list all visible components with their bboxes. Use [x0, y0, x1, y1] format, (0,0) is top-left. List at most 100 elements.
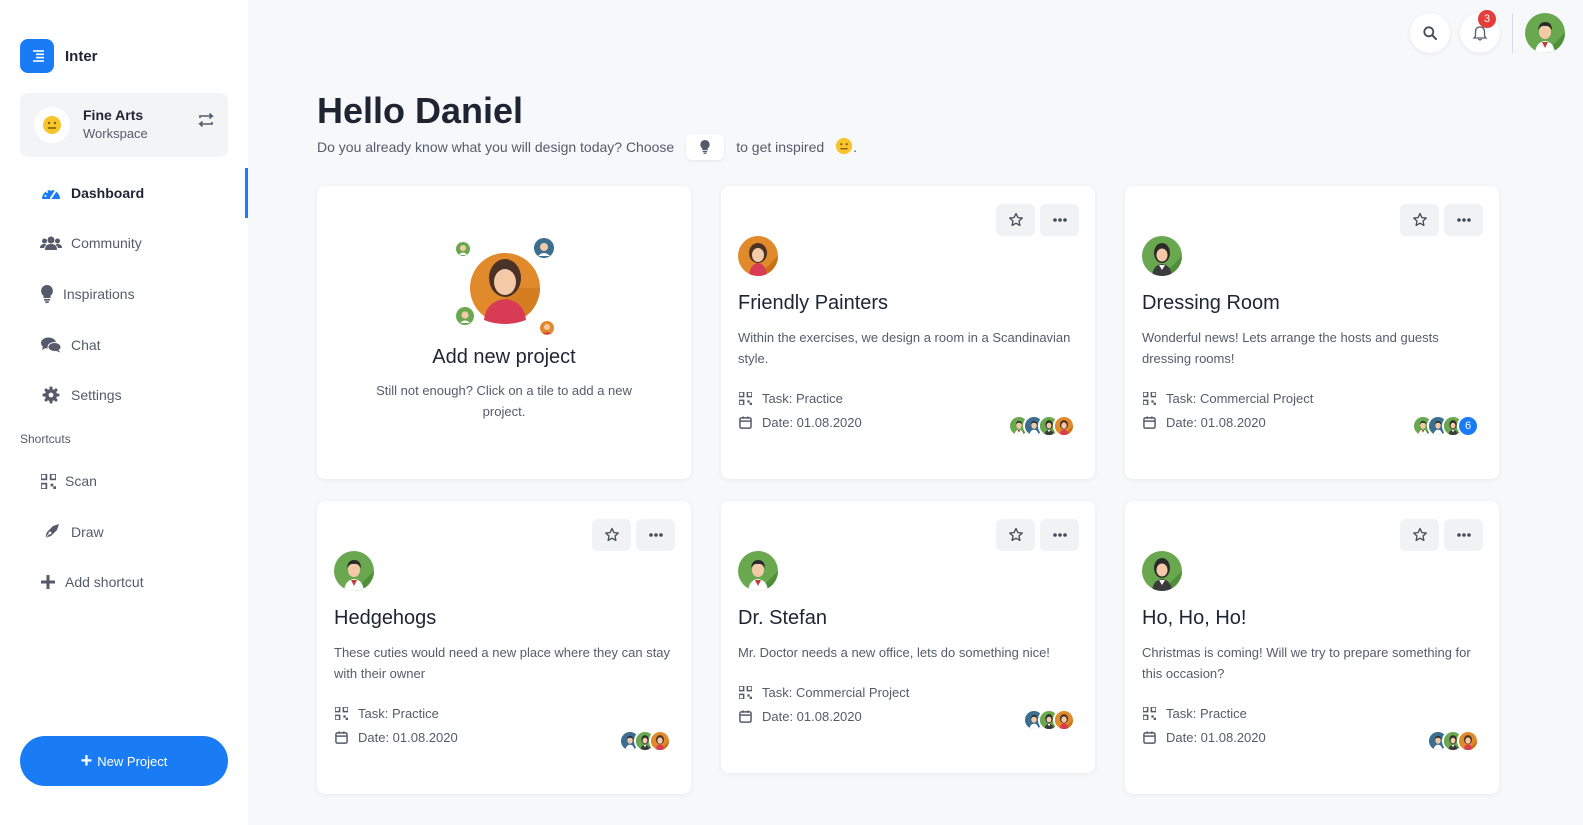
project-avatar	[738, 551, 778, 591]
project-task: Task: Commercial Project	[1142, 391, 1313, 406]
project-description: Christmas is coming! Will we try to prep…	[1142, 645, 1471, 681]
greeting-subtitle: Do you already know what you will design…	[317, 134, 857, 160]
more-options-button[interactable]	[1040, 519, 1079, 551]
nav-item-settings[interactable]: Settings	[40, 383, 122, 407]
subtitle-text-after: to get inspired	[736, 139, 825, 155]
team-avatars[interactable]	[1023, 709, 1075, 731]
menu-logo-icon[interactable]	[20, 39, 54, 73]
smiley-face-icon	[34, 107, 70, 143]
project-card[interactable]: Ho, Ho, Ho! Christmas is coming! Will we…	[1125, 501, 1499, 794]
project-avatar	[1142, 236, 1182, 276]
add-project-description: Still not enough? Click on a tile to add…	[376, 383, 632, 419]
more-options-button[interactable]	[1444, 519, 1483, 551]
card-actions	[1395, 519, 1483, 551]
task-label: Task: Practice	[358, 706, 439, 721]
subtitle-end: .	[853, 139, 858, 155]
brand[interactable]: Inter	[20, 39, 98, 73]
gear-icon	[40, 385, 62, 405]
shortcut-scan[interactable]: Scan	[40, 469, 97, 493]
active-nav-indicator	[245, 168, 248, 218]
team-avatars[interactable]: 6	[1412, 415, 1479, 437]
nav-item-chat[interactable]: Chat	[40, 333, 101, 357]
project-title: Ho, Ho, Ho!	[1142, 607, 1247, 629]
date-label: Date: 01.08.2020	[1166, 730, 1266, 745]
shortcut-label: Draw	[71, 524, 104, 540]
favorite-button[interactable]	[592, 519, 631, 551]
swap-arrows-icon[interactable]	[196, 110, 216, 130]
project-date: Date: 01.08.2020	[738, 415, 862, 430]
header-divider	[1512, 13, 1513, 53]
search-button[interactable]	[1410, 13, 1450, 53]
card-actions	[587, 519, 675, 551]
add-project-card[interactable]: Add new project Still not enough? Click …	[317, 186, 691, 479]
project-avatar	[1142, 551, 1182, 591]
qr-code-icon	[738, 392, 752, 406]
calendar-icon	[738, 710, 752, 724]
favorite-button[interactable]	[996, 519, 1035, 551]
nav-item-inspirations[interactable]: Inspirations	[40, 282, 135, 306]
workspace-switcher[interactable]: Fine Arts Workspace	[20, 93, 228, 157]
nav-item-community[interactable]: Community	[40, 231, 142, 255]
favorite-button[interactable]	[1400, 204, 1439, 236]
team-avatars[interactable]	[619, 730, 671, 752]
team-avatars[interactable]	[1008, 415, 1075, 437]
project-card[interactable]: Dressing Room Wonderful news! Lets arran…	[1125, 186, 1499, 479]
shortcut-label: Add shortcut	[65, 574, 144, 590]
page-title: Hello Daniel	[317, 90, 524, 131]
more-dots-icon	[1052, 212, 1068, 228]
qr-code-icon	[738, 686, 752, 700]
nav-label: Community	[71, 235, 142, 251]
task-label: Task: Commercial Project	[762, 685, 910, 700]
project-description: Within the exercises, we design a room i…	[738, 330, 1071, 366]
app-name: Inter	[65, 47, 98, 65]
more-options-button[interactable]	[636, 519, 675, 551]
nav-label: Inspirations	[63, 286, 135, 302]
project-card[interactable]: Hedgehogs These cuties would need a new …	[317, 501, 691, 794]
project-avatar	[738, 236, 778, 276]
chat-bubbles-icon	[40, 335, 62, 355]
project-title: Dressing Room	[1142, 292, 1280, 314]
nav-label: Chat	[71, 337, 101, 353]
favorite-button[interactable]	[996, 204, 1035, 236]
dashboard-gauge-icon	[40, 183, 62, 203]
favorite-button[interactable]	[1400, 519, 1439, 551]
shortcut-add[interactable]: Add shortcut	[40, 570, 144, 594]
shortcut-draw[interactable]: Draw	[40, 520, 104, 544]
project-date: Date: 01.08.2020	[738, 709, 862, 724]
subtitle-text-before: Do you already know what you will design…	[317, 139, 675, 155]
nav-item-dashboard[interactable]: Dashboard	[40, 181, 144, 205]
shortcuts-heading: Shortcuts	[20, 432, 71, 446]
workspace-subtitle: Workspace	[83, 126, 148, 141]
project-description: Wonderful news! Lets arrange the hosts a…	[1142, 330, 1439, 366]
neutral-face-icon	[835, 137, 853, 158]
new-project-label: New Project	[97, 753, 168, 769]
star-icon	[1008, 527, 1024, 543]
more-options-button[interactable]	[1444, 204, 1483, 236]
user-avatar[interactable]	[1525, 13, 1565, 53]
team-illustration	[456, 238, 554, 335]
notification-count-badge: 3	[1478, 10, 1496, 28]
calendar-icon	[738, 416, 752, 430]
star-icon	[1412, 212, 1428, 228]
shortcut-label: Scan	[65, 473, 97, 489]
more-options-button[interactable]	[1040, 204, 1079, 236]
team-avatars[interactable]	[1427, 730, 1479, 752]
project-card[interactable]: Friendly Painters Within the exercises, …	[721, 186, 1095, 479]
notifications-button[interactable]: 3	[1460, 10, 1500, 53]
member-avatar	[1053, 709, 1075, 731]
inspiration-button[interactable]	[686, 134, 725, 160]
nav-label: Dashboard	[71, 185, 145, 201]
project-avatar	[334, 551, 374, 591]
date-label: Date: 01.08.2020	[1166, 415, 1266, 430]
header-actions: 3	[1400, 10, 1565, 53]
qr-code-icon	[40, 471, 56, 491]
project-card[interactable]: Dr. Stefan Mr. Doctor needs a new office…	[721, 501, 1095, 773]
calendar-icon	[334, 731, 348, 745]
qr-code-icon	[1142, 392, 1156, 406]
new-project-button[interactable]: + New Project	[20, 736, 228, 786]
project-task: Task: Practice	[1142, 706, 1247, 721]
date-label: Date: 01.08.2020	[358, 730, 458, 745]
task-label: Task: Practice	[762, 391, 843, 406]
more-dots-icon	[648, 527, 664, 543]
search-icon	[1423, 26, 1437, 40]
